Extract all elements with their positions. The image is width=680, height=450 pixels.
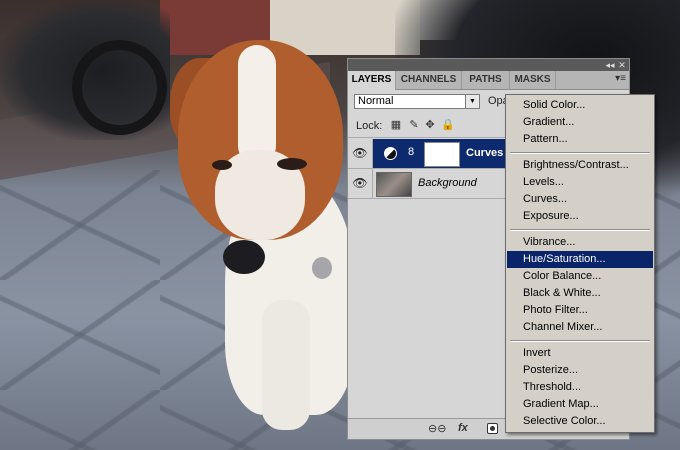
- adjustment-layer-icon: [384, 147, 397, 160]
- menu-item-solid-color[interactable]: Solid Color...: [507, 97, 653, 114]
- panel-tabs: LAYERS CHANNELS PATHS MASKS ▾≡: [348, 71, 629, 90]
- photo-dog-blaze: [238, 45, 276, 165]
- menu-item-gradient[interactable]: Gradient...: [507, 114, 653, 131]
- menu-item-vibrance[interactable]: Vibrance...: [507, 234, 653, 251]
- menu-item-curves[interactable]: Curves...: [507, 191, 653, 208]
- fx-icon[interactable]: fx: [458, 422, 468, 434]
- menu-item-gradient-map[interactable]: Gradient Map...: [507, 396, 653, 413]
- eye-icon[interactable]: 👁: [348, 169, 373, 198]
- menu-item-black-white[interactable]: Black & White...: [507, 285, 653, 302]
- menu-item-levels[interactable]: Levels...: [507, 174, 653, 191]
- photo-dog-leg: [262, 300, 310, 430]
- menu-item-channel-mixer[interactable]: Channel Mixer...: [507, 319, 653, 336]
- menu-item-posterize[interactable]: Posterize...: [507, 362, 653, 379]
- photo-dog-eye-left: [212, 160, 232, 170]
- photo-wheel: [72, 40, 167, 135]
- menu-item-exposure[interactable]: Exposure...: [507, 208, 653, 225]
- menu-item-brightness-contrast[interactable]: Brightness/Contrast...: [507, 157, 653, 174]
- panel-title-bar[interactable]: ◂◂ ✕: [348, 59, 629, 71]
- tab-layers[interactable]: LAYERS: [348, 71, 396, 90]
- layer-name: Background: [418, 177, 477, 189]
- tab-paths[interactable]: PATHS: [462, 71, 510, 89]
- lock-label: Lock:: [356, 120, 383, 132]
- menu-item-threshold[interactable]: Threshold...: [507, 379, 653, 396]
- blend-mode-value: Normal: [358, 95, 394, 107]
- lock-all-icon[interactable]: 🔒: [441, 119, 455, 131]
- adjustment-layer-menu: Solid Color... Gradient... Pattern... Br…: [505, 94, 655, 433]
- photo-dog-eye-right: [277, 158, 307, 170]
- menu-item-photo-filter[interactable]: Photo Filter...: [507, 302, 653, 319]
- eye-icon[interactable]: 👁: [348, 139, 373, 168]
- collapse-icon[interactable]: ◂◂: [605, 60, 615, 70]
- lock-pixels-icon[interactable]: ✎: [408, 119, 420, 131]
- panel-menu-icon[interactable]: ▾≡: [615, 73, 626, 84]
- blend-mode-select[interactable]: Normal ▼: [354, 94, 480, 109]
- close-icon[interactable]: ✕: [617, 60, 627, 70]
- tab-channels[interactable]: CHANNELS: [396, 71, 462, 89]
- menu-separator: [510, 340, 650, 342]
- menu-separator: [510, 152, 650, 154]
- photo-dog-bell: [312, 257, 332, 279]
- layer-mask-thumbnail[interactable]: [424, 142, 460, 167]
- layer-thumbnail[interactable]: [376, 172, 412, 197]
- chevron-down-icon[interactable]: ▼: [465, 95, 479, 108]
- menu-item-hue-saturation[interactable]: Hue/Saturation...: [507, 251, 653, 268]
- lock-transparency-icon[interactable]: ▦: [390, 119, 402, 131]
- tab-masks[interactable]: MASKS: [510, 71, 556, 89]
- menu-item-selective-color[interactable]: Selective Color...: [507, 413, 653, 430]
- photo-dog-nose: [223, 240, 265, 274]
- add-mask-icon[interactable]: [487, 423, 498, 434]
- link-layers-icon[interactable]: ⊖⊖: [428, 422, 446, 435]
- menu-item-invert[interactable]: Invert: [507, 345, 653, 362]
- menu-item-color-balance[interactable]: Color Balance...: [507, 268, 653, 285]
- menu-item-pattern[interactable]: Pattern...: [507, 131, 653, 148]
- link-icon[interactable]: 8: [408, 146, 414, 158]
- layer-name: Curves: [466, 147, 504, 159]
- menu-separator: [510, 229, 650, 231]
- lock-position-icon[interactable]: ✥: [424, 119, 436, 131]
